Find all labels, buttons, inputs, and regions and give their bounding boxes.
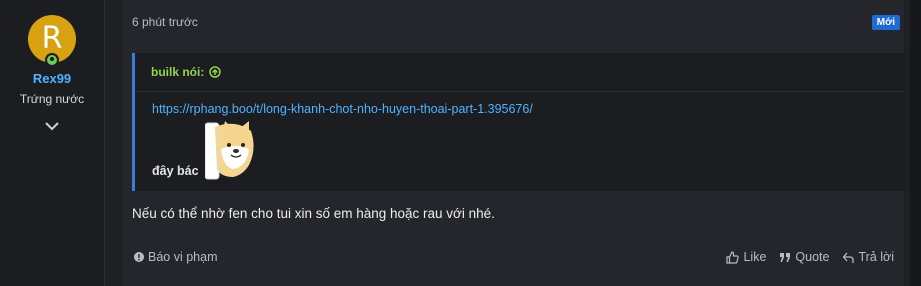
quote-button[interactable]: Quote [780,250,829,264]
username[interactable]: Rex99 [0,71,104,86]
like-label: Like [743,250,767,264]
post-content: 6 phút trước Mới builk nói: https://rpha… [122,0,905,286]
user-title: Trứng nước [19,92,85,106]
arrow-up-circle-icon[interactable] [209,66,222,78]
post-message: Nếu có thể nhờ fen cho tui xin số em hàn… [132,206,495,221]
online-status-icon [45,53,59,67]
reply-icon [843,252,855,263]
report-label: Báo vi phạm [148,250,218,264]
quote-label: Quote [795,250,830,264]
thumbs-up-icon [726,250,740,264]
new-badge: Mới [871,15,900,30]
reply-label: Trả lời [858,250,894,264]
scrollbar[interactable] [910,0,921,286]
alert-circle-icon [134,252,144,262]
quote-link[interactable]: https://rphang.boo/t/long-khanh-chot-nho… [152,102,533,116]
post-actions: Báo vi phạm Like Quote Trả lời [122,250,904,266]
quote-text: đây bác [152,164,199,178]
like-button[interactable]: Like [726,250,766,264]
chevron-down-icon[interactable] [44,119,60,131]
reply-button[interactable]: Trả lời [843,250,894,264]
report-button[interactable]: Báo vi phạm [134,250,217,264]
quote-header[interactable]: builk nói: [135,53,905,92]
post-timestamp[interactable]: 6 phút trước [132,15,198,29]
quote-icon [780,252,791,262]
quote-author: builk nói: [151,65,205,79]
quote-block: builk nói: https://rphang.boo/t/long-kha… [132,53,905,191]
dog-sticker-icon [205,121,254,180]
post: R Rex99 Trứng nước 6 phút trước Mới buil… [0,0,910,286]
user-pane: R Rex99 Trứng nước [0,0,105,286]
